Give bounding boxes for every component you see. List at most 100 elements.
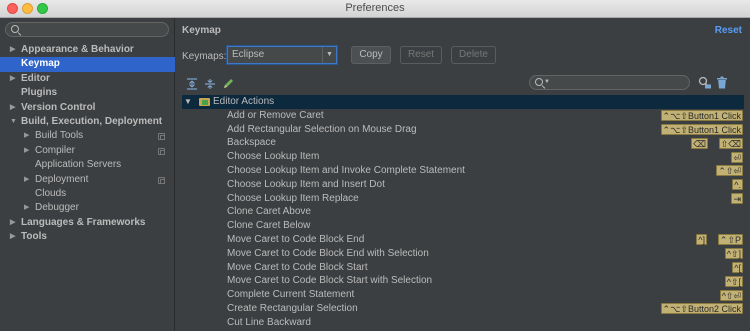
sidebar-item[interactable]: ▶ Appearance & Behavior [0,43,175,57]
reset-button[interactable]: Reset [400,46,442,64]
action-row[interactable]: Choose Lookup Item Replace ⇥ [182,192,744,206]
action-filter-input[interactable]: ▼ [529,75,690,90]
sidebar-item[interactable]: Application Servers [0,158,175,172]
sidebar-item-label: Plugins [21,87,58,99]
action-row[interactable]: Move Caret to Code Block Start ^[ [182,261,744,275]
edit-shortcut-icon[interactable] [222,78,234,90]
action-label: Choose Lookup Item and Insert Dot [227,178,385,190]
expand-all-icon[interactable] [186,78,198,90]
chevron-right-icon[interactable]: ▶ [24,129,29,143]
action-row[interactable]: Move Caret to Code Block End ⌃⇧P ^] [182,233,744,247]
sidebar-item-label: Build Tools [35,130,84,142]
trash-icon[interactable] [716,76,728,89]
chevron-down-icon: ▼ [544,79,550,85]
sidebar-item[interactable]: ▶ Compiler [0,144,175,158]
sidebar-item[interactable]: ▶ Build Tools [0,129,175,143]
chevron-down-icon[interactable]: ▼ [184,95,192,109]
action-row[interactable]: Choose Lookup Item and Insert Dot ^. [182,178,744,192]
chevron-right-icon[interactable]: ▶ [10,43,15,57]
keymap-select-value: Eclipse [232,49,265,60]
sidebar-item[interactable]: ▶ Deployment [0,173,175,187]
action-label: Move Caret to Code Block End [227,233,365,245]
chevron-right-icon[interactable]: ▶ [10,230,15,244]
chevron-right-icon[interactable]: ▶ [10,216,15,230]
settings-search-input[interactable] [5,22,169,37]
shortcut-badge: ^[ [732,262,743,274]
action-list: Add or Remove Caret ⌃⌥⇧Button1 Click Add R… [182,109,744,330]
action-row[interactable]: Choose Lookup Item ⏎ [182,150,744,164]
action-label: Cut Line Backward [227,316,311,328]
action-row[interactable]: Add or Remove Caret ⌃⌥⇧Button1 Click [182,109,744,123]
sidebar-item-label: Keymap [21,58,60,70]
sidebar-item[interactable]: ▶ Editor [0,72,175,86]
sidebar-item[interactable]: ▶ Tools [0,230,175,244]
settings-tree: ▶ Appearance & Behavior Keymap ▶ Editor Plugi… [0,43,175,244]
action-row[interactable]: Cut Line Backward [182,316,744,330]
sidebar-item-label: Application Servers [35,159,122,171]
sidebar-item-label: Appearance & Behavior [21,44,134,55]
action-tree: ▼ Editor Actions Add or Remove Caret ⌃⌥⇧B… [182,95,744,331]
search-icon [11,25,19,33]
action-label: Complete Current Statement [227,289,355,301]
sidebar-item[interactable]: ▶ Version Control [0,101,175,115]
shortcut-badge: ^⇧⏎ [719,289,743,301]
sidebar-item[interactable]: Keymap [0,57,175,72]
shortcut-badge: ⇧⌫ [718,137,743,149]
title-bar: Preferences [0,0,750,18]
action-label: Choose Lookup Item and Invoke Complete S… [227,164,465,176]
keymaps-label: Keymaps: [182,51,227,62]
find-by-shortcut-icon[interactable] [698,76,711,89]
chevron-right-icon[interactable]: ▶ [10,72,15,86]
shortcut-badge: ⇥ [731,193,743,205]
sidebar-item-label: Clouds [35,187,67,199]
chevron-down-icon: ▼ [322,47,336,63]
page-title: Keymap [182,25,221,36]
action-group-row[interactable]: ▼ Editor Actions [182,95,744,109]
shortcut-badge: ⌃⌥⇧Button1 Click [660,110,743,122]
action-row[interactable]: Create Rectangular Selection ⌃⌥⇧Button2 C… [182,302,744,316]
action-group-label: Editor Actions [213,96,275,107]
project-scope-icon [158,176,165,184]
sidebar-item-label: Languages & Frameworks [21,216,146,228]
action-label: Move Caret to Code Block End with Select… [227,247,429,259]
shortcut-badge: ⌃⇧⏎ [716,165,743,177]
sidebar-item-label: Compiler [35,144,76,156]
shortcut-badge: ⌃⌥⇧Button1 Click [660,124,743,136]
action-label: Clone Caret Above [227,206,311,218]
project-scope-icon [158,133,165,141]
chevron-right-icon[interactable]: ▶ [10,101,15,115]
shortcut-badge: ^] [696,234,707,246]
sidebar-item-label: Editor [21,72,50,84]
delete-button[interactable]: Delete [451,46,496,64]
action-row[interactable]: Move Caret to Code Block Start with Sele… [182,274,744,288]
sidebar-item[interactable]: ▼ Build, Execution, Deployment [0,115,175,129]
sidebar-item-label: Debugger [35,202,79,214]
action-row[interactable]: Move Caret to Code Block End with Select… [182,247,744,261]
chevron-right-icon[interactable]: ▶ [24,201,29,215]
chevron-down-icon[interactable]: ▼ [10,115,17,129]
window-title: Preferences [345,2,405,14]
shortcut-badge: ^. [732,179,743,191]
action-row[interactable]: Complete Current Statement ^⇧⏎ [182,288,744,302]
sidebar-item[interactable]: Clouds [0,187,175,201]
sidebar-item[interactable]: ▶ Languages & Frameworks [0,216,175,230]
sidebar-item-label: Version Control [21,101,96,113]
action-label: Move Caret to Code Block Start with Sele… [227,275,433,287]
settings-sidebar: ▶ Appearance & Behavior Keymap ▶ Editor Plugi… [0,18,175,331]
collapse-all-icon[interactable] [204,78,216,90]
keymap-select[interactable]: Eclipse ▼ [227,46,337,64]
sidebar-item[interactable]: Plugins [0,86,175,100]
chevron-right-icon[interactable]: ▶ [24,144,29,158]
copy-button[interactable]: Copy [351,46,391,64]
chevron-right-icon[interactable]: ▶ [24,173,29,187]
action-row[interactable]: Choose Lookup Item and Invoke Complete S… [182,164,744,178]
action-row[interactable]: Backspace ⇧⌫ ⌫ [182,136,744,150]
shortcut-badge: ^⇧[ [724,275,743,287]
action-row[interactable]: Clone Caret Above [182,205,744,219]
action-label: Add or Remove Caret [227,109,324,121]
sidebar-item-label: Build, Execution, Deployment [21,115,163,127]
reset-link[interactable]: Reset [715,25,742,36]
action-row[interactable]: Add Rectangular Selection on Mouse Drag ⌃… [182,123,744,137]
sidebar-item[interactable]: ▶ Debugger [0,201,175,215]
action-row[interactable]: Clone Caret Below [182,219,744,233]
